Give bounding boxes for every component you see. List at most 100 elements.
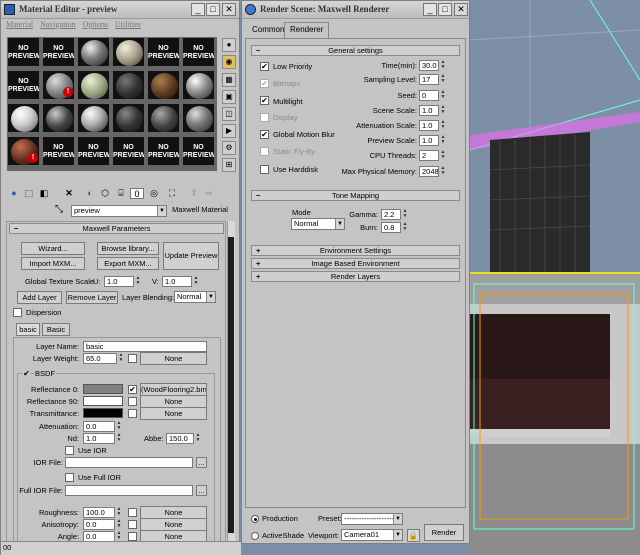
preview-scale-spinner[interactable]: ▲ ▼ bbox=[440, 135, 446, 146]
material-editor-titlebar[interactable]: Material Editor - preview _ □ ✕ bbox=[1, 1, 239, 19]
time-field[interactable]: 30.0 bbox=[419, 60, 439, 71]
scene-scale-field[interactable]: 1.0 bbox=[419, 105, 439, 116]
go-to-parent-icon[interactable]: ⇧ bbox=[187, 187, 201, 200]
sample-slot[interactable]: NO PREVIEW bbox=[7, 70, 40, 100]
u-scale-spinner[interactable]: ▲ ▼ bbox=[135, 276, 141, 287]
add-layer-button[interactable]: Add Layer bbox=[17, 291, 62, 304]
minimize-button[interactable]: _ bbox=[191, 3, 205, 16]
cpu-threads-spinner[interactable]: ▲ ▼ bbox=[440, 150, 446, 161]
transmittance-color-swatch[interactable] bbox=[83, 408, 123, 418]
sample-slot[interactable]: NO PREVIEW bbox=[147, 136, 180, 166]
gamma-spinner[interactable]: ▲ ▼ bbox=[402, 209, 408, 220]
use-harddisk-checkbox[interactable] bbox=[260, 165, 269, 174]
viewport-top[interactable] bbox=[470, 0, 640, 272]
remove-layer-button[interactable]: Remove Layer bbox=[66, 291, 118, 304]
assign-to-selection-icon[interactable]: ◧ bbox=[37, 187, 51, 200]
reflectance0-color-swatch[interactable] bbox=[83, 384, 123, 394]
sample-slot[interactable] bbox=[112, 103, 145, 133]
scrollbar-thumb[interactable] bbox=[228, 237, 234, 533]
general-settings-rollout[interactable]: − General settings bbox=[251, 45, 460, 56]
environment-settings-rollout[interactable]: + Environment Settings bbox=[251, 245, 460, 256]
menu-material[interactable]: Material bbox=[6, 20, 33, 29]
lock-viewport-button[interactable]: 🔒 bbox=[407, 529, 420, 542]
layer-weight-spinner[interactable]: ▲ ▼ bbox=[118, 353, 124, 364]
abbe-spinner[interactable]: ▲ ▼ bbox=[195, 433, 201, 444]
sample-slot[interactable] bbox=[77, 37, 110, 67]
reflectance90-map-checkbox[interactable] bbox=[128, 397, 137, 406]
sample-slot[interactable] bbox=[42, 103, 75, 133]
v-scale-field[interactable]: 1.0 bbox=[162, 276, 192, 287]
use-full-ior-checkbox[interactable] bbox=[65, 473, 74, 482]
sampling-level-field[interactable]: 17 bbox=[419, 74, 439, 85]
video-color-check-icon[interactable]: ◫ bbox=[222, 107, 236, 121]
roughness-map-checkbox[interactable] bbox=[128, 508, 137, 517]
sample-uv-tiling-icon[interactable]: ▣ bbox=[222, 90, 236, 104]
tone-mapping-rollout[interactable]: − Tone Mapping bbox=[251, 190, 460, 201]
ior-file-field[interactable] bbox=[65, 457, 193, 468]
display-checkbox[interactable] bbox=[260, 113, 269, 122]
sample-slot[interactable] bbox=[77, 103, 110, 133]
layer-weight-map-button[interactable]: None bbox=[140, 352, 207, 365]
browse-library-button[interactable]: Browse library... bbox=[97, 242, 159, 255]
preset-dropdown[interactable]: -------------------- ▼ bbox=[341, 513, 403, 525]
backlight-icon[interactable]: ◉ bbox=[222, 55, 236, 69]
options-icon[interactable]: ⚙ bbox=[222, 141, 236, 155]
time-spinner[interactable]: ▲ ▼ bbox=[440, 60, 446, 71]
put-to-library-icon[interactable]: ⌸ bbox=[114, 187, 128, 200]
viewport-dropdown[interactable]: Camera01 ▼ bbox=[341, 529, 403, 541]
tab-common[interactable]: Common bbox=[248, 24, 288, 37]
viewport-camera[interactable] bbox=[470, 272, 640, 554]
layer-blending-dropdown[interactable]: Normal ▼ bbox=[174, 291, 216, 303]
mode-dropdown[interactable]: Normal ▼ bbox=[291, 218, 345, 230]
reset-map-icon[interactable]: ✕ bbox=[62, 187, 76, 200]
roughness-spinner[interactable]: ▲ ▼ bbox=[116, 507, 122, 518]
sample-slot[interactable]: NO PREVIEW bbox=[77, 136, 110, 166]
transmittance-map-button[interactable]: None bbox=[140, 407, 207, 420]
pick-material-icon[interactable]: ⤡ bbox=[55, 204, 63, 215]
low-priority-checkbox[interactable]: ✔ bbox=[260, 62, 269, 71]
max-physical-memory-field[interactable]: 2048 bbox=[419, 166, 439, 177]
max-physical-memory-spinner[interactable]: ▲ ▼ bbox=[440, 166, 446, 177]
use-ior-checkbox[interactable] bbox=[65, 446, 74, 455]
preview-scale-field[interactable]: 1.0 bbox=[419, 135, 439, 146]
full-ior-file-browse-button[interactable]: ... bbox=[196, 485, 207, 496]
sample-slot[interactable] bbox=[112, 37, 145, 67]
attenuation-spinner[interactable]: ▲ ▼ bbox=[116, 421, 122, 432]
background-icon[interactable]: ▦ bbox=[222, 73, 236, 87]
multilight-checkbox[interactable]: ✔ bbox=[260, 96, 269, 105]
dispersion-checkbox[interactable] bbox=[13, 308, 22, 317]
wizard-button[interactable]: Wizard... bbox=[21, 242, 85, 255]
sampling-level-spinner[interactable]: ▲ ▼ bbox=[440, 74, 446, 85]
scene-scale-spinner[interactable]: ▲ ▼ bbox=[440, 105, 446, 116]
sample-slot[interactable]: NO PREVIEW bbox=[7, 37, 40, 67]
angle-map-checkbox[interactable] bbox=[128, 532, 137, 541]
show-map-in-viewport-icon[interactable]: ◎ bbox=[147, 187, 161, 200]
export-mxm-button[interactable]: Export MXM... bbox=[97, 257, 159, 270]
layer-weight-map-checkbox[interactable] bbox=[128, 354, 137, 363]
image-based-environment-rollout[interactable]: + Image Based Environment bbox=[251, 258, 460, 269]
sample-slot[interactable] bbox=[182, 103, 215, 133]
tab-layer-basic-2[interactable]: Basic bbox=[42, 323, 70, 336]
menu-navigation[interactable]: Navigation bbox=[40, 20, 76, 29]
select-by-material-icon[interactable]: ⊞ bbox=[222, 158, 236, 172]
sample-slot[interactable] bbox=[77, 70, 110, 100]
global-motion-blur-checkbox[interactable]: ✔ bbox=[260, 130, 269, 139]
roughness-field[interactable]: 100.0 bbox=[83, 507, 115, 518]
nd-field[interactable]: 1.0 bbox=[83, 433, 115, 444]
seed-spinner[interactable]: ▲ ▼ bbox=[440, 90, 446, 101]
bsdf-checkbox[interactable]: ✔ bbox=[22, 369, 31, 378]
sample-slot[interactable] bbox=[147, 103, 180, 133]
sample-slot[interactable]: ! bbox=[7, 136, 40, 166]
sample-slot[interactable] bbox=[182, 70, 215, 100]
ior-file-browse-button[interactable]: ... bbox=[196, 457, 207, 468]
burn-spinner[interactable]: ▲ ▼ bbox=[402, 222, 408, 233]
menu-utilities[interactable]: Utilities bbox=[115, 20, 141, 29]
layer-weight-field[interactable]: 65.0 bbox=[83, 353, 117, 364]
anisotropy-field[interactable]: 0.0 bbox=[83, 519, 115, 530]
make-unique-icon[interactable]: ⬡ bbox=[98, 187, 112, 200]
show-end-result-icon[interactable]: ⛶ bbox=[165, 187, 179, 200]
anisotropy-spinner[interactable]: ▲ ▼ bbox=[116, 519, 122, 530]
close-button[interactable]: ✕ bbox=[454, 3, 468, 16]
go-forward-to-sibling-icon[interactable]: ⇨ bbox=[202, 187, 216, 200]
abbe-field[interactable]: 150.0 bbox=[166, 433, 194, 444]
